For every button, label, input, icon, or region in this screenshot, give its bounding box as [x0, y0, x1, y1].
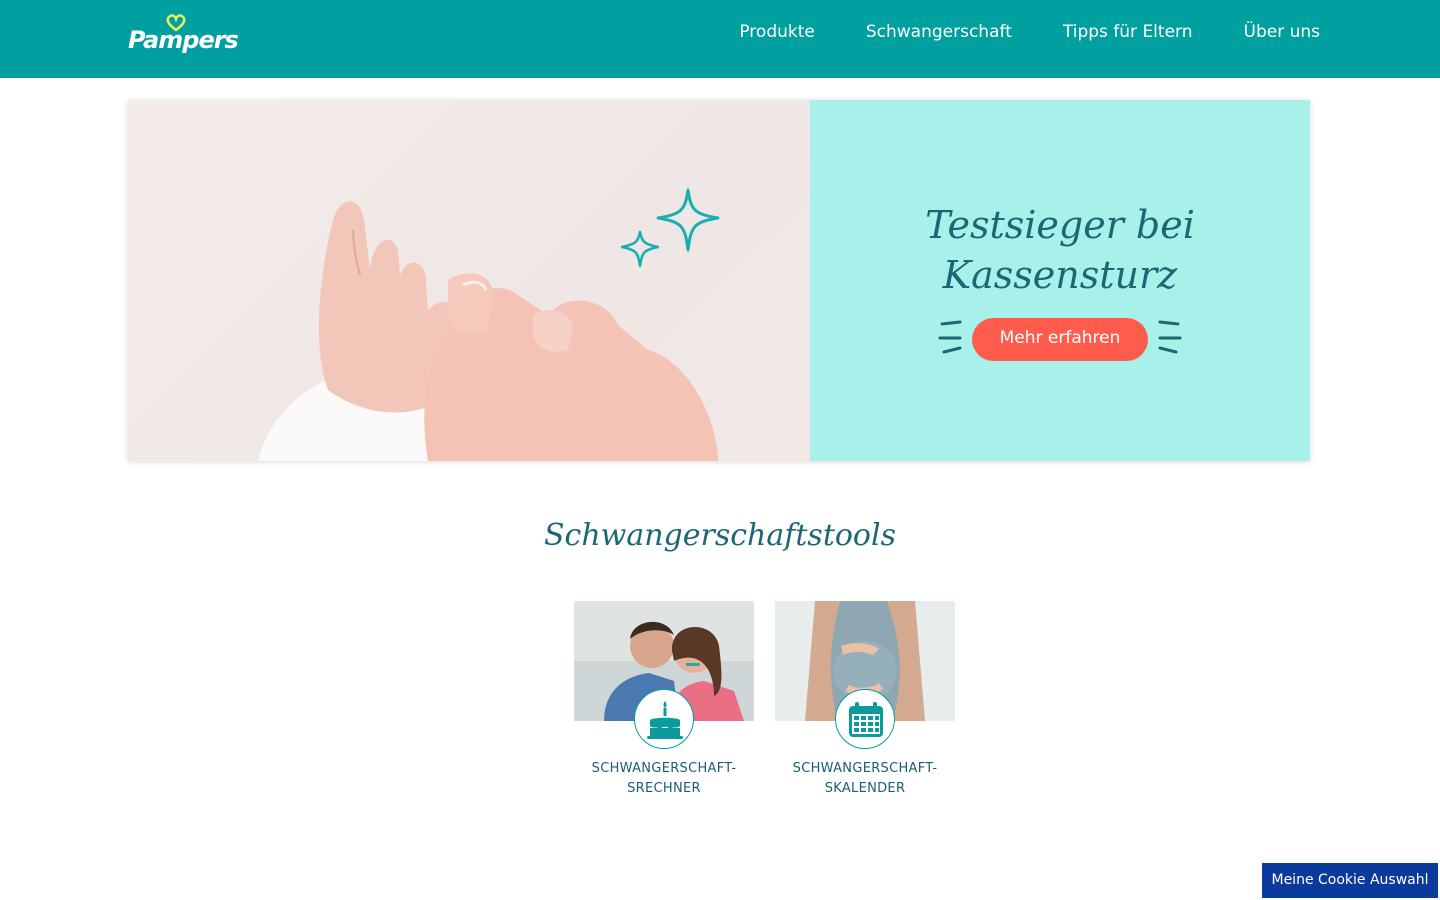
- tool-label-line-1: SCHWANGERSCHAFT-: [792, 761, 938, 776]
- tool-icon-badge: [634, 689, 694, 749]
- mehr-erfahren-button[interactable]: Mehr erfahren: [972, 318, 1148, 361]
- pampers-logo[interactable]: Pampers: [128, 14, 239, 60]
- tool-card-schwangerschaftsrechner[interactable]: SCHWANGERSCHAFT- SRECHNER: [574, 601, 754, 801]
- tool-icon-badge: [835, 689, 895, 749]
- nav-item-produkte[interactable]: Produkte: [739, 22, 815, 42]
- logo-wordmark: Pampers: [128, 26, 239, 54]
- hero-title: Testsieger bei Kassensturz: [810, 200, 1310, 300]
- main-nav: Produkte Schwangerschaft Tipps für Elter…: [688, 22, 1320, 42]
- tool-label: SCHWANGERSCHAFT- SKALENDER: [775, 759, 955, 799]
- hero-title-line-1: Testsieger bei: [925, 203, 1195, 247]
- hero-title-line-2: Kassensturz: [942, 253, 1178, 297]
- cookie-settings-button[interactable]: Meine Cookie Auswahl: [1262, 863, 1438, 898]
- right-accent-icon: [1158, 320, 1182, 354]
- calendar-icon: [849, 702, 883, 737]
- nav-item-tipps[interactable]: Tipps für Eltern: [1063, 22, 1193, 42]
- tool-label: SCHWANGERSCHAFT- SRECHNER: [574, 759, 754, 799]
- nav-item-schwangerschaft[interactable]: Schwangerschaft: [866, 22, 1012, 42]
- hero-panel: Testsieger bei Kassensturz Mehr erfahren: [810, 100, 1310, 461]
- baby-hand-illustration: [258, 188, 720, 461]
- cake-icon: [647, 701, 683, 739]
- tool-card-schwangerschaftskalender[interactable]: SCHWANGERSCHAFT- SKALENDER: [775, 601, 955, 801]
- tool-label-line-1: SCHWANGERSCHAFT-: [591, 761, 737, 776]
- tools-heading: Schwangerschaftstools: [544, 518, 896, 553]
- hero-image: [128, 100, 810, 461]
- nav-item-ueber-uns[interactable]: Über uns: [1244, 22, 1321, 42]
- tool-label-line-2: SRECHNER: [627, 781, 701, 796]
- hero-banner: Testsieger bei Kassensturz Mehr erfahren: [128, 100, 1310, 461]
- left-accent-icon: [938, 320, 962, 354]
- tool-label-line-2: SKALENDER: [824, 781, 906, 796]
- site-header: Pampers Produkte Schwangerschaft Tipps f…: [0, 0, 1440, 78]
